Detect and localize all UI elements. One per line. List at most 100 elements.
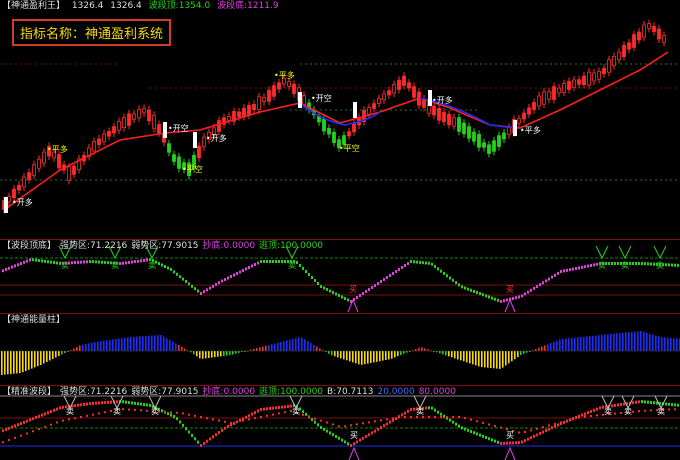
sell-label: 卖 <box>288 261 296 270</box>
panel4-buy: 抄底:0.0000 <box>202 387 256 397</box>
wave-slow-dot <box>398 416 400 419</box>
energy-bar <box>490 351 492 368</box>
wave-dot <box>200 444 202 447</box>
sell-label: 卖 <box>621 261 629 270</box>
oscillator-dot <box>140 259 142 263</box>
candle-body <box>492 140 496 152</box>
oscillator-dot <box>299 264 301 267</box>
signal-marker <box>513 120 517 136</box>
candle-body <box>392 84 396 94</box>
wave-slow-dot <box>326 421 328 424</box>
energy-bar <box>136 336 138 351</box>
main-chart-panel[interactable]: 【神通盈利王】 1326.4 1326.4 波段顶:1354.0 波段底:121… <box>0 0 680 239</box>
oscillator-dot <box>464 286 466 290</box>
oscillator-dot <box>455 281 457 285</box>
wave-slow-dot <box>182 412 184 415</box>
wave-slow-dot <box>80 416 82 418</box>
oscillator-dot <box>317 282 319 285</box>
wave-dot <box>623 402 625 406</box>
energy-bar <box>304 339 306 351</box>
wave-dot <box>671 403 673 407</box>
panel4-weak: 弱势区:77.9015 <box>131 387 199 397</box>
candle-body <box>467 126 471 139</box>
signal-label: •开空 <box>311 93 332 103</box>
oscillator-dot <box>233 273 235 277</box>
wave-dot <box>326 429 328 433</box>
wave-dot <box>251 412 253 416</box>
wave-slow-dot <box>2 441 4 444</box>
oscillator-dot <box>203 290 205 294</box>
energy-bar <box>79 345 81 351</box>
wave-slow-dot <box>266 414 268 417</box>
oscillator-dot <box>491 296 493 300</box>
wave-dot <box>539 431 541 435</box>
wave-slow-dot <box>320 419 322 422</box>
oscillator-dot <box>170 268 172 271</box>
wave-dot <box>287 404 289 408</box>
oscillator-dot <box>587 264 589 268</box>
oscillator-dot <box>260 260 262 263</box>
precise-wave-panel[interactable]: 卖 卖 卖 卖 卖 卖 卖 卖买 买 【精准波段】 强势区:71.2216 弱势区:77.9015 抄… <box>0 385 680 460</box>
energy-bar-panel[interactable]: 【神通能量柱】 <box>0 313 680 385</box>
wave-dot <box>23 420 25 424</box>
signal-marker <box>163 122 167 138</box>
energy-bar <box>454 351 456 359</box>
wave-dot <box>530 436 532 440</box>
energy-bar <box>40 351 42 365</box>
panel3-title-bar: 【神通能量柱】 <box>2 315 69 325</box>
wave-dot <box>638 400 640 404</box>
energy-bar <box>253 348 255 351</box>
energy-bar <box>655 335 657 351</box>
energy-bar <box>598 335 600 351</box>
wave-slow-dot <box>110 410 112 412</box>
oscillator-dot <box>371 286 373 289</box>
wave-dot <box>317 423 319 427</box>
wave-dot <box>641 400 643 404</box>
energy-bar <box>295 338 297 351</box>
oscillator-dot <box>119 261 121 265</box>
wave-dot <box>461 426 463 430</box>
candle-body <box>387 90 391 96</box>
wave-dot <box>524 439 526 443</box>
wave-slow-dot <box>386 418 388 421</box>
oscillator-dot <box>503 299 505 303</box>
panel2-weak: 弱势区:77.9015 <box>131 241 199 251</box>
wave-dot <box>632 401 634 405</box>
candle-body <box>517 118 521 124</box>
wave-dot <box>464 427 466 431</box>
energy-bar <box>604 334 606 351</box>
oscillator-dot <box>458 283 460 287</box>
wave-dot <box>221 428 223 432</box>
oscillator-dot <box>224 278 226 281</box>
buy-marker <box>348 446 360 460</box>
oscillator-dot <box>26 259 28 263</box>
signal-label: •开多 <box>206 133 227 143</box>
energy-bar <box>319 348 321 351</box>
candlestick-chart: •开多 •平多 •开空 •平空 •开多 •平多 •开空 •平空 •开多 •平多 <box>0 19 680 214</box>
energy-bar <box>391 351 393 359</box>
candle-body <box>347 131 351 137</box>
wave-dot <box>653 401 655 405</box>
oscillator-dot <box>410 260 412 263</box>
oscillator-dot <box>482 293 484 297</box>
wave-dot <box>323 427 325 431</box>
candle-body <box>377 98 381 104</box>
wave-slow-dot <box>284 411 286 414</box>
wave-top-bottom-panel[interactable]: 卖 卖 卖 卖 卖 卖 卖买 买 【波段顶底】 强势区:71.2216 弱势区:77.9015 抄底… <box>0 239 680 313</box>
buy-marker <box>504 298 516 313</box>
wave-slow-dot <box>500 426 502 429</box>
candle-body <box>242 107 246 118</box>
oscillator-dot <box>575 267 577 270</box>
energy-bar <box>88 343 90 351</box>
wave-slow-dot <box>644 409 646 412</box>
wave-slow-dot <box>590 415 592 417</box>
energy-bar <box>523 351 525 354</box>
wave-slow-dot <box>632 410 634 413</box>
wave-dot <box>143 403 145 407</box>
wave-slow-dot <box>410 416 412 418</box>
energy-bar <box>76 347 78 351</box>
candle-body <box>72 165 76 175</box>
sell-label: 卖 <box>151 407 159 416</box>
oscillator-dot <box>266 260 268 263</box>
energy-bar <box>55 351 57 358</box>
